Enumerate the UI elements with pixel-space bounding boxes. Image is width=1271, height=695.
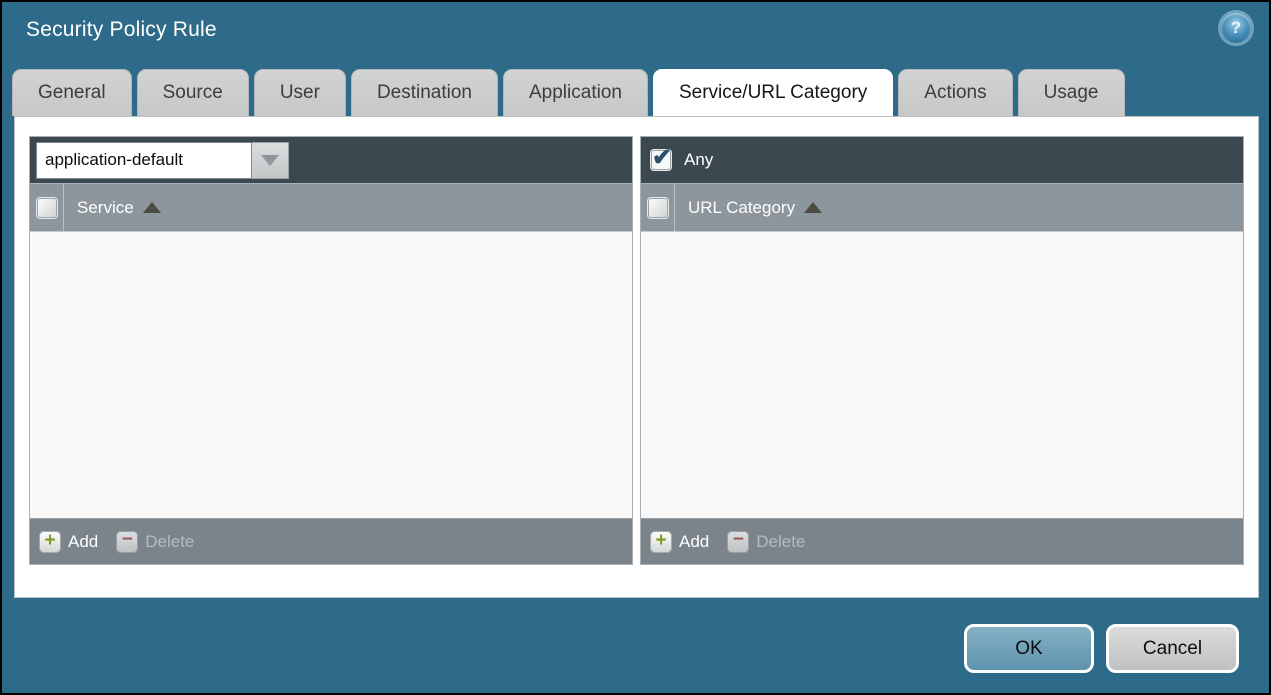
delete-button-label: Delete <box>756 531 806 551</box>
tab-label: Application <box>529 82 622 103</box>
tab-service-url-category[interactable]: Service/URL Category <box>652 69 894 116</box>
service-pane: Service + Add − Delete <box>29 136 633 565</box>
service-type-dropdown-button[interactable] <box>252 141 289 179</box>
any-label: Any <box>684 150 714 169</box>
tab-destination[interactable]: Destination <box>350 69 498 116</box>
dialog-title: Security Policy Rule <box>26 18 217 41</box>
tab-application[interactable]: Application <box>503 69 648 116</box>
tab-label: Source <box>162 82 223 103</box>
service-type-input[interactable] <box>36 141 252 179</box>
help-icon[interactable]: ? <box>1221 13 1251 43</box>
url-category-footer-toolbar: + Add − Delete <box>641 518 1243 564</box>
add-icon: + <box>39 530 61 553</box>
url-category-delete-button[interactable]: − Delete <box>727 529 806 553</box>
tab-label: Usage <box>1043 82 1099 103</box>
service-column-label: Service <box>77 197 134 217</box>
url-category-table-header: URL Category <box>641 183 1243 231</box>
column-divider <box>674 184 675 231</box>
tab-usage[interactable]: Usage <box>1017 69 1125 116</box>
service-table-body <box>30 231 632 518</box>
any-checkbox[interactable]: ✔ <box>651 144 672 171</box>
tab-label: User <box>279 82 320 103</box>
url-category-add-button[interactable]: + Add <box>650 530 710 553</box>
sort-ascending-icon[interactable] <box>142 202 161 213</box>
delete-icon: − <box>116 529 139 553</box>
add-icon: + <box>650 530 672 553</box>
column-divider <box>63 184 64 231</box>
dialog-titlebar: Security Policy Rule ? <box>2 2 1269 58</box>
service-add-button[interactable]: + Add <box>39 530 99 553</box>
chevron-down-icon <box>261 154 279 166</box>
ok-button[interactable]: OK <box>964 624 1094 673</box>
service-table-header: Service <box>30 183 632 231</box>
delete-icon: − <box>727 529 750 553</box>
any-row: ✔ Any <box>641 144 714 171</box>
url-category-select-all-cell <box>641 184 674 231</box>
service-type-combo <box>36 141 289 179</box>
tab-label: Destination <box>376 82 472 103</box>
tab-source[interactable]: Source <box>136 69 249 116</box>
tab-label: Actions <box>924 82 987 103</box>
service-footer-toolbar: + Add − Delete <box>30 518 632 564</box>
tab-content-service-url-category: Service + Add − Delete <box>14 116 1259 598</box>
dialog-footer: OK Cancel <box>964 624 1239 673</box>
service-delete-button[interactable]: − Delete <box>116 529 195 553</box>
url-category-toolbar: ✔ Any <box>641 137 1243 183</box>
add-button-label: Add <box>679 531 710 551</box>
checkmark-icon: ✔ <box>652 144 673 171</box>
service-select-all-checkbox[interactable] <box>36 197 57 218</box>
url-category-select-all-checkbox[interactable] <box>647 197 668 218</box>
tab-general[interactable]: General <box>12 69 132 116</box>
security-policy-rule-dialog: Security Policy Rule ? General Source Us… <box>2 2 1269 693</box>
service-toolbar <box>30 137 632 183</box>
screen: Security Policy Rule ? General Source Us… <box>0 0 1271 695</box>
url-category-column-label: URL Category <box>688 197 796 217</box>
service-select-all-cell <box>30 184 63 231</box>
add-button-label: Add <box>68 531 99 551</box>
url-category-table-body <box>641 231 1243 518</box>
tab-label: General <box>38 82 106 103</box>
url-category-pane: ✔ Any URL Category + Add − Delete <box>640 136 1244 565</box>
cancel-button[interactable]: Cancel <box>1106 624 1239 673</box>
sort-ascending-icon[interactable] <box>804 202 823 213</box>
tab-label: Service/URL Category <box>678 82 868 103</box>
tab-actions[interactable]: Actions <box>898 69 1013 116</box>
tab-user[interactable]: User <box>253 69 346 116</box>
tab-bar: General Source User Destination Applicat… <box>12 69 1259 116</box>
delete-button-label: Delete <box>145 531 195 551</box>
